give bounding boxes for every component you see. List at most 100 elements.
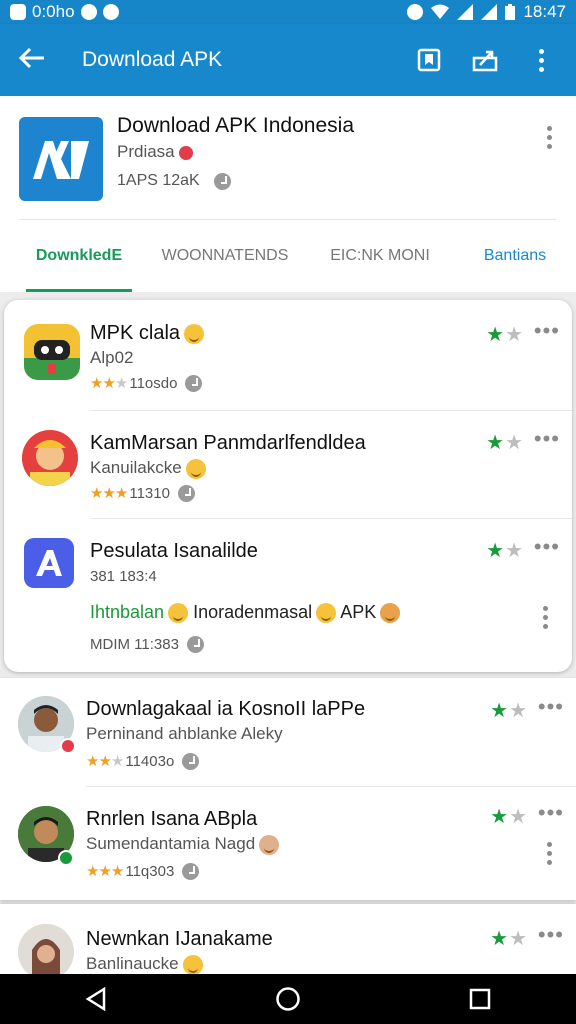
- rating-text: 11osdo: [129, 374, 178, 392]
- item-more-button[interactable]: •••: [534, 534, 560, 560]
- tab-label: Bantians: [483, 247, 547, 264]
- nav-recents-button[interactable]: [450, 979, 510, 1019]
- item-name: Newnkan IJanakame: [86, 928, 273, 950]
- tab-help[interactable]: Bantians: [476, 220, 554, 292]
- rating-text: 11310: [129, 484, 170, 502]
- rate-stars[interactable]: ★★: [486, 430, 524, 455]
- item-more-button[interactable]: •••: [534, 318, 560, 344]
- divider: [90, 410, 572, 411]
- rate-stars[interactable]: ★★: [490, 698, 528, 723]
- item-sub: 381 183:4: [90, 568, 157, 585]
- robot-icon: [24, 340, 80, 380]
- item-name: Downlagakaal ia KosnoII laPPe: [86, 698, 366, 720]
- avatar: [18, 924, 74, 980]
- item-sub: Kanuilakcke: [90, 458, 206, 479]
- rate-stars[interactable]: ★★: [490, 804, 528, 829]
- item-meta: ★★★ 11q303: [86, 862, 200, 880]
- app-more-button[interactable]: [547, 126, 552, 149]
- share-icon: [472, 50, 498, 72]
- emoji-icon: [380, 603, 401, 624]
- overflow-menu-button[interactable]: [528, 47, 554, 73]
- item-meta: MDIM 11:383: [90, 636, 204, 653]
- rate-stars[interactable]: ★★: [490, 926, 528, 951]
- bookmark-button[interactable]: [416, 47, 442, 73]
- app-name: Download APK Indonesia: [117, 114, 354, 137]
- emoji-icon: [168, 603, 189, 624]
- item-more-button[interactable]: •••: [538, 922, 564, 948]
- item-more-button[interactable]: •••: [538, 694, 564, 720]
- rating-text: 11q303: [125, 862, 175, 880]
- status-left-text: 0:0ho: [32, 2, 75, 21]
- status-bar: 0:0ho 18:47: [0, 0, 576, 24]
- item-meta: ★★★ 11310: [90, 484, 195, 502]
- item-more-button[interactable]: •••: [538, 800, 564, 826]
- app-meta-text: 1APS 12aK: [117, 172, 200, 189]
- badge-icon: [58, 850, 74, 866]
- rate-stars[interactable]: ★★: [486, 538, 524, 563]
- tab-label: DownkledE: [35, 247, 123, 264]
- badge-icon: [60, 738, 76, 754]
- emoji-icon: [185, 458, 206, 479]
- star-rating: ★★★: [90, 485, 128, 502]
- item-sub-text: Banlinaucke: [86, 954, 179, 973]
- item-sub: Perninand ahblanke Aleky: [86, 724, 283, 743]
- emoji-icon: [182, 954, 203, 975]
- item-extra-text: Inoradenmasal: [193, 602, 313, 622]
- notification-icon: [10, 4, 26, 20]
- app-meta: 1APS 12aK: [117, 172, 231, 190]
- square-recents-icon: [469, 988, 491, 1010]
- letter-a-icon: [36, 550, 62, 576]
- item-sub: Banlinaucke: [86, 954, 203, 975]
- app-developer[interactable]: Prdiasa: [117, 142, 193, 162]
- item-sub-text: Sumendantamia Nagd: [86, 834, 256, 853]
- emoji-icon: [316, 603, 337, 624]
- app-logo: [19, 117, 103, 201]
- item-sub: Alp02: [90, 348, 134, 367]
- item-sub-text: Kanuilakcke: [90, 458, 182, 477]
- tab-monitor[interactable]: EIC:NK MONI: [330, 220, 430, 292]
- item-menu-button[interactable]: [543, 606, 548, 629]
- signal2-icon: [481, 4, 498, 20]
- item-time: MDIM 11:383: [90, 636, 179, 653]
- star-rating: ★★★: [90, 375, 128, 392]
- status-time: 18:47: [523, 2, 566, 21]
- avatar: [22, 430, 78, 486]
- item-sub: Sumendantamia Nagd: [86, 834, 280, 855]
- list-card: Downlagakaal ia KosnoII laPPe Perninand …: [0, 678, 576, 900]
- app-bar-title: Download APK: [82, 48, 223, 71]
- signal-icon: [457, 4, 474, 20]
- app-icon: [24, 324, 80, 380]
- app-logo-icon: [33, 141, 89, 179]
- wifi-icon: [431, 4, 450, 19]
- tab-recommended[interactable]: WOONNATENDS: [162, 220, 289, 292]
- bookmark-icon: [417, 48, 441, 72]
- item-more-button[interactable]: •••: [534, 426, 560, 452]
- tab-download[interactable]: DownkledE: [26, 220, 132, 292]
- item-menu-button[interactable]: [547, 842, 552, 865]
- alarm-icon: [407, 4, 424, 20]
- sync-icon: [80, 4, 97, 20]
- item-name: Pesulata Isanalilde: [90, 540, 258, 562]
- avatar-icon: [18, 924, 74, 980]
- divider: [86, 786, 576, 787]
- rating-text: 11403o: [125, 752, 175, 770]
- share-button[interactable]: [472, 47, 498, 73]
- time-icon: [186, 636, 204, 653]
- featured-card: MPK clala Alp02 ★★★ 11osdo ★★ ••• KamMars…: [4, 300, 572, 672]
- nav-home-button[interactable]: [258, 979, 318, 1019]
- nav-back-button[interactable]: [66, 979, 126, 1019]
- circle-home-icon: [276, 987, 300, 1011]
- star-rating: ★★★: [86, 863, 124, 880]
- time-icon: [213, 172, 231, 190]
- back-button[interactable]: [0, 24, 64, 96]
- time-icon: [177, 484, 195, 502]
- item-extra-green: Ihtnbalan: [90, 602, 165, 622]
- tab-bar: DownkledE WOONNATENDS EIC:NK MONI Bantia…: [0, 220, 576, 292]
- alert-icon: [102, 4, 119, 20]
- time-icon: [182, 752, 200, 770]
- app-bar: Download APK: [0, 24, 576, 96]
- rate-stars[interactable]: ★★: [486, 322, 524, 347]
- tab-label: EIC:NK MONI: [330, 247, 430, 264]
- item-name: KamMarsan Panmdarlfendldea: [90, 432, 366, 454]
- heart-icon: [178, 145, 193, 160]
